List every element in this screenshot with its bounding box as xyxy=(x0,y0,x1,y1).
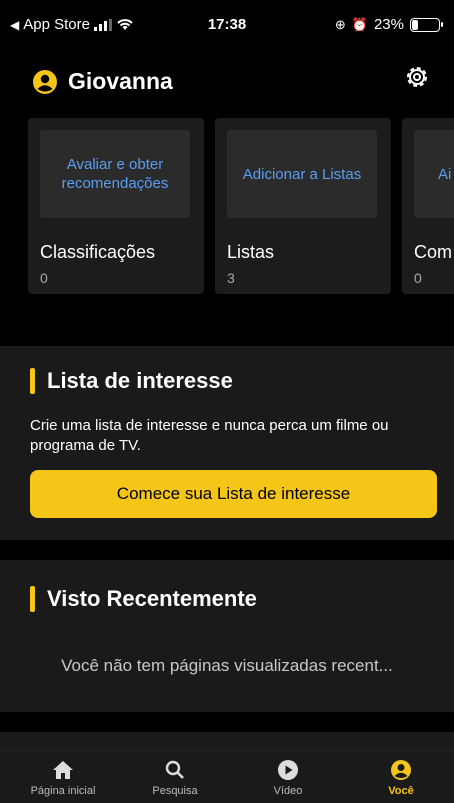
tab-bar: Página inicial Pesquisa Vídeo Você xyxy=(0,750,454,803)
card-title: Com xyxy=(414,242,453,262)
ratings-card[interactable]: Avaliar e obter recomendações Classifica… xyxy=(28,118,204,294)
user-circle-icon xyxy=(33,69,57,94)
home-icon xyxy=(53,761,73,779)
rate-recommend-link[interactable]: Avaliar e obter recomendações xyxy=(40,130,190,218)
play-icon xyxy=(278,760,298,780)
tab-you[interactable]: Você xyxy=(356,757,446,797)
tab-home[interactable]: Página inicial xyxy=(18,757,108,797)
watchlist-section: Lista de interesse Crie uma lista de int… xyxy=(0,346,454,540)
rotation-lock-icon: ⊕ xyxy=(334,16,346,32)
card-count: 0 xyxy=(40,270,48,286)
recent-title: Visto Recentemente xyxy=(47,586,257,611)
recent-empty-message: Você não tem páginas visualizadas recent… xyxy=(61,656,393,675)
card-title: Classificações xyxy=(40,242,156,262)
add-to-lists-link[interactable]: Adicionar a Listas xyxy=(227,130,377,218)
gear-icon[interactable] xyxy=(402,62,432,92)
card-count: 0 xyxy=(414,270,422,286)
battery-percent: 23% xyxy=(373,16,404,33)
user-circle-icon xyxy=(391,760,411,780)
status-bar: ◀ App Store 17:38 ⊕ ⏰ 23% xyxy=(0,0,454,46)
profile-header: Giovanna xyxy=(0,46,454,116)
lists-card[interactable]: Adicionar a Listas Listas 3 xyxy=(215,118,391,294)
accent-bar xyxy=(30,368,35,394)
search-icon xyxy=(165,760,184,779)
recent-heading: Visto Recentemente xyxy=(30,586,257,612)
tab-label: Vídeo xyxy=(273,785,303,797)
status-right: ⊕ ⏰ 23% xyxy=(334,16,443,33)
tab-label: Página inicial xyxy=(30,785,96,797)
shortcut-cards: Avaliar e obter recomendações Classifica… xyxy=(28,118,454,294)
user-name: Giovanna xyxy=(68,68,173,94)
battery-icon xyxy=(410,17,443,32)
third-card-link[interactable]: Ai xyxy=(414,130,454,218)
accent-bar xyxy=(30,586,35,612)
watchlist-title: Lista de interesse xyxy=(47,368,233,393)
third-card[interactable]: Ai Com 0 xyxy=(402,118,454,294)
next-section-peek xyxy=(0,732,454,750)
tab-search[interactable]: Pesquisa xyxy=(130,757,220,797)
card-count: 3 xyxy=(227,270,235,286)
user-row: Giovanna xyxy=(32,68,173,95)
alarm-icon: ⏰ xyxy=(351,16,368,32)
start-watchlist-button[interactable]: Comece sua Lista de interesse xyxy=(30,470,437,518)
watchlist-heading: Lista de interesse xyxy=(30,368,233,394)
card-title: Listas xyxy=(227,242,275,262)
watchlist-description: Crie uma lista de interesse e nunca perc… xyxy=(30,417,389,454)
recently-viewed-section: Visto Recentemente Você não tem páginas … xyxy=(0,560,454,712)
tab-video[interactable]: Vídeo xyxy=(243,757,333,797)
tab-label: Pesquisa xyxy=(152,785,198,797)
tab-label: Você xyxy=(388,785,414,797)
